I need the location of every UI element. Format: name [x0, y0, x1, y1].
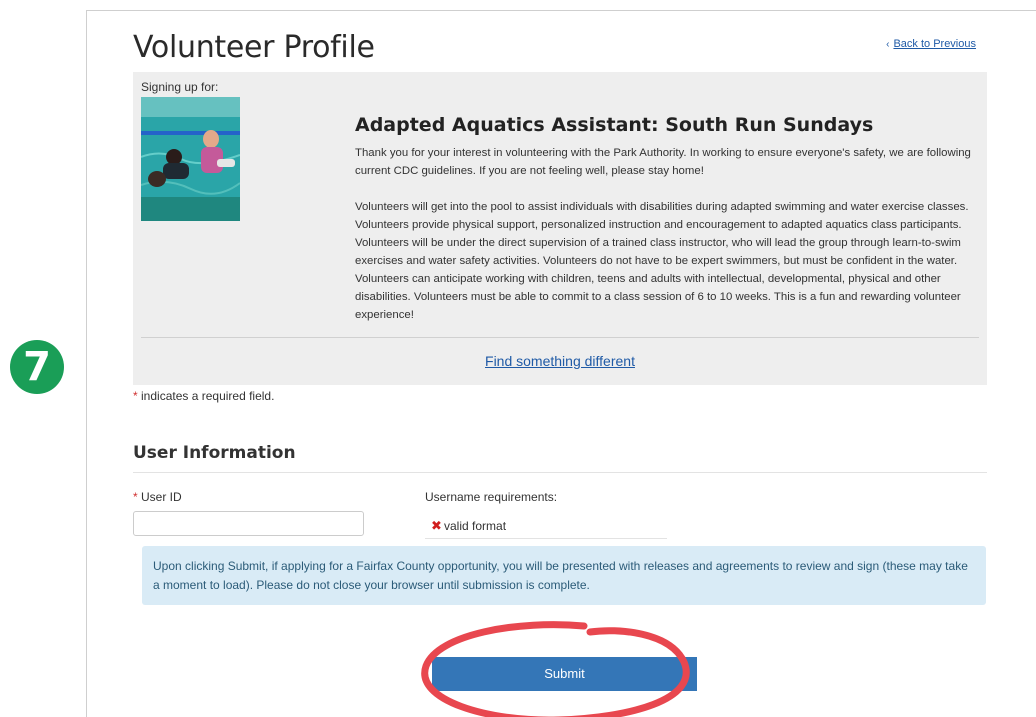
- required-note-text: indicates a required field.: [141, 389, 275, 403]
- step-number-badge: 7: [10, 340, 64, 394]
- submission-info-alert: Upon clicking Submit, if applying for a …: [142, 546, 986, 605]
- opportunity-panel: Signing up for: Adapted Aquatics Assista…: [133, 72, 987, 385]
- back-link-label: Back to Previous: [893, 38, 976, 50]
- section-divider: [133, 472, 987, 473]
- user-id-input[interactable]: [133, 511, 364, 536]
- required-asterisk: *: [133, 490, 138, 504]
- requirement-text: valid format: [444, 519, 507, 533]
- user-id-label: * User ID: [133, 490, 182, 504]
- opportunity-photo: [141, 97, 240, 221]
- user-information-heading: User Information: [133, 443, 296, 463]
- x-mark-icon: ✖: [431, 518, 442, 533]
- opportunity-title: Adapted Aquatics Assistant: South Run Su…: [355, 114, 874, 136]
- required-asterisk: *: [133, 389, 138, 403]
- back-to-previous-link[interactable]: ‹ Back to Previous: [886, 38, 976, 50]
- user-id-label-text: User ID: [141, 490, 182, 504]
- chevron-left-icon: ‹: [886, 39, 890, 50]
- find-something-different-link[interactable]: Find something different: [133, 353, 987, 369]
- username-requirements-heading: Username requirements:: [425, 490, 558, 504]
- panel-divider: [141, 337, 979, 338]
- required-field-note: * indicates a required field.: [133, 389, 274, 403]
- signing-up-label: Signing up for:: [141, 80, 219, 94]
- submit-button[interactable]: Submit: [432, 657, 697, 691]
- description-paragraph: Volunteers will get into the pool to ass…: [355, 201, 969, 321]
- opportunity-description: Thank you for your interest in volunteer…: [355, 144, 977, 324]
- requirement-item: ✖ valid format: [425, 512, 667, 539]
- description-paragraph: Thank you for your interest in volunteer…: [355, 147, 971, 177]
- pool-photo-art: [141, 97, 240, 221]
- page-title: Volunteer Profile: [133, 30, 375, 65]
